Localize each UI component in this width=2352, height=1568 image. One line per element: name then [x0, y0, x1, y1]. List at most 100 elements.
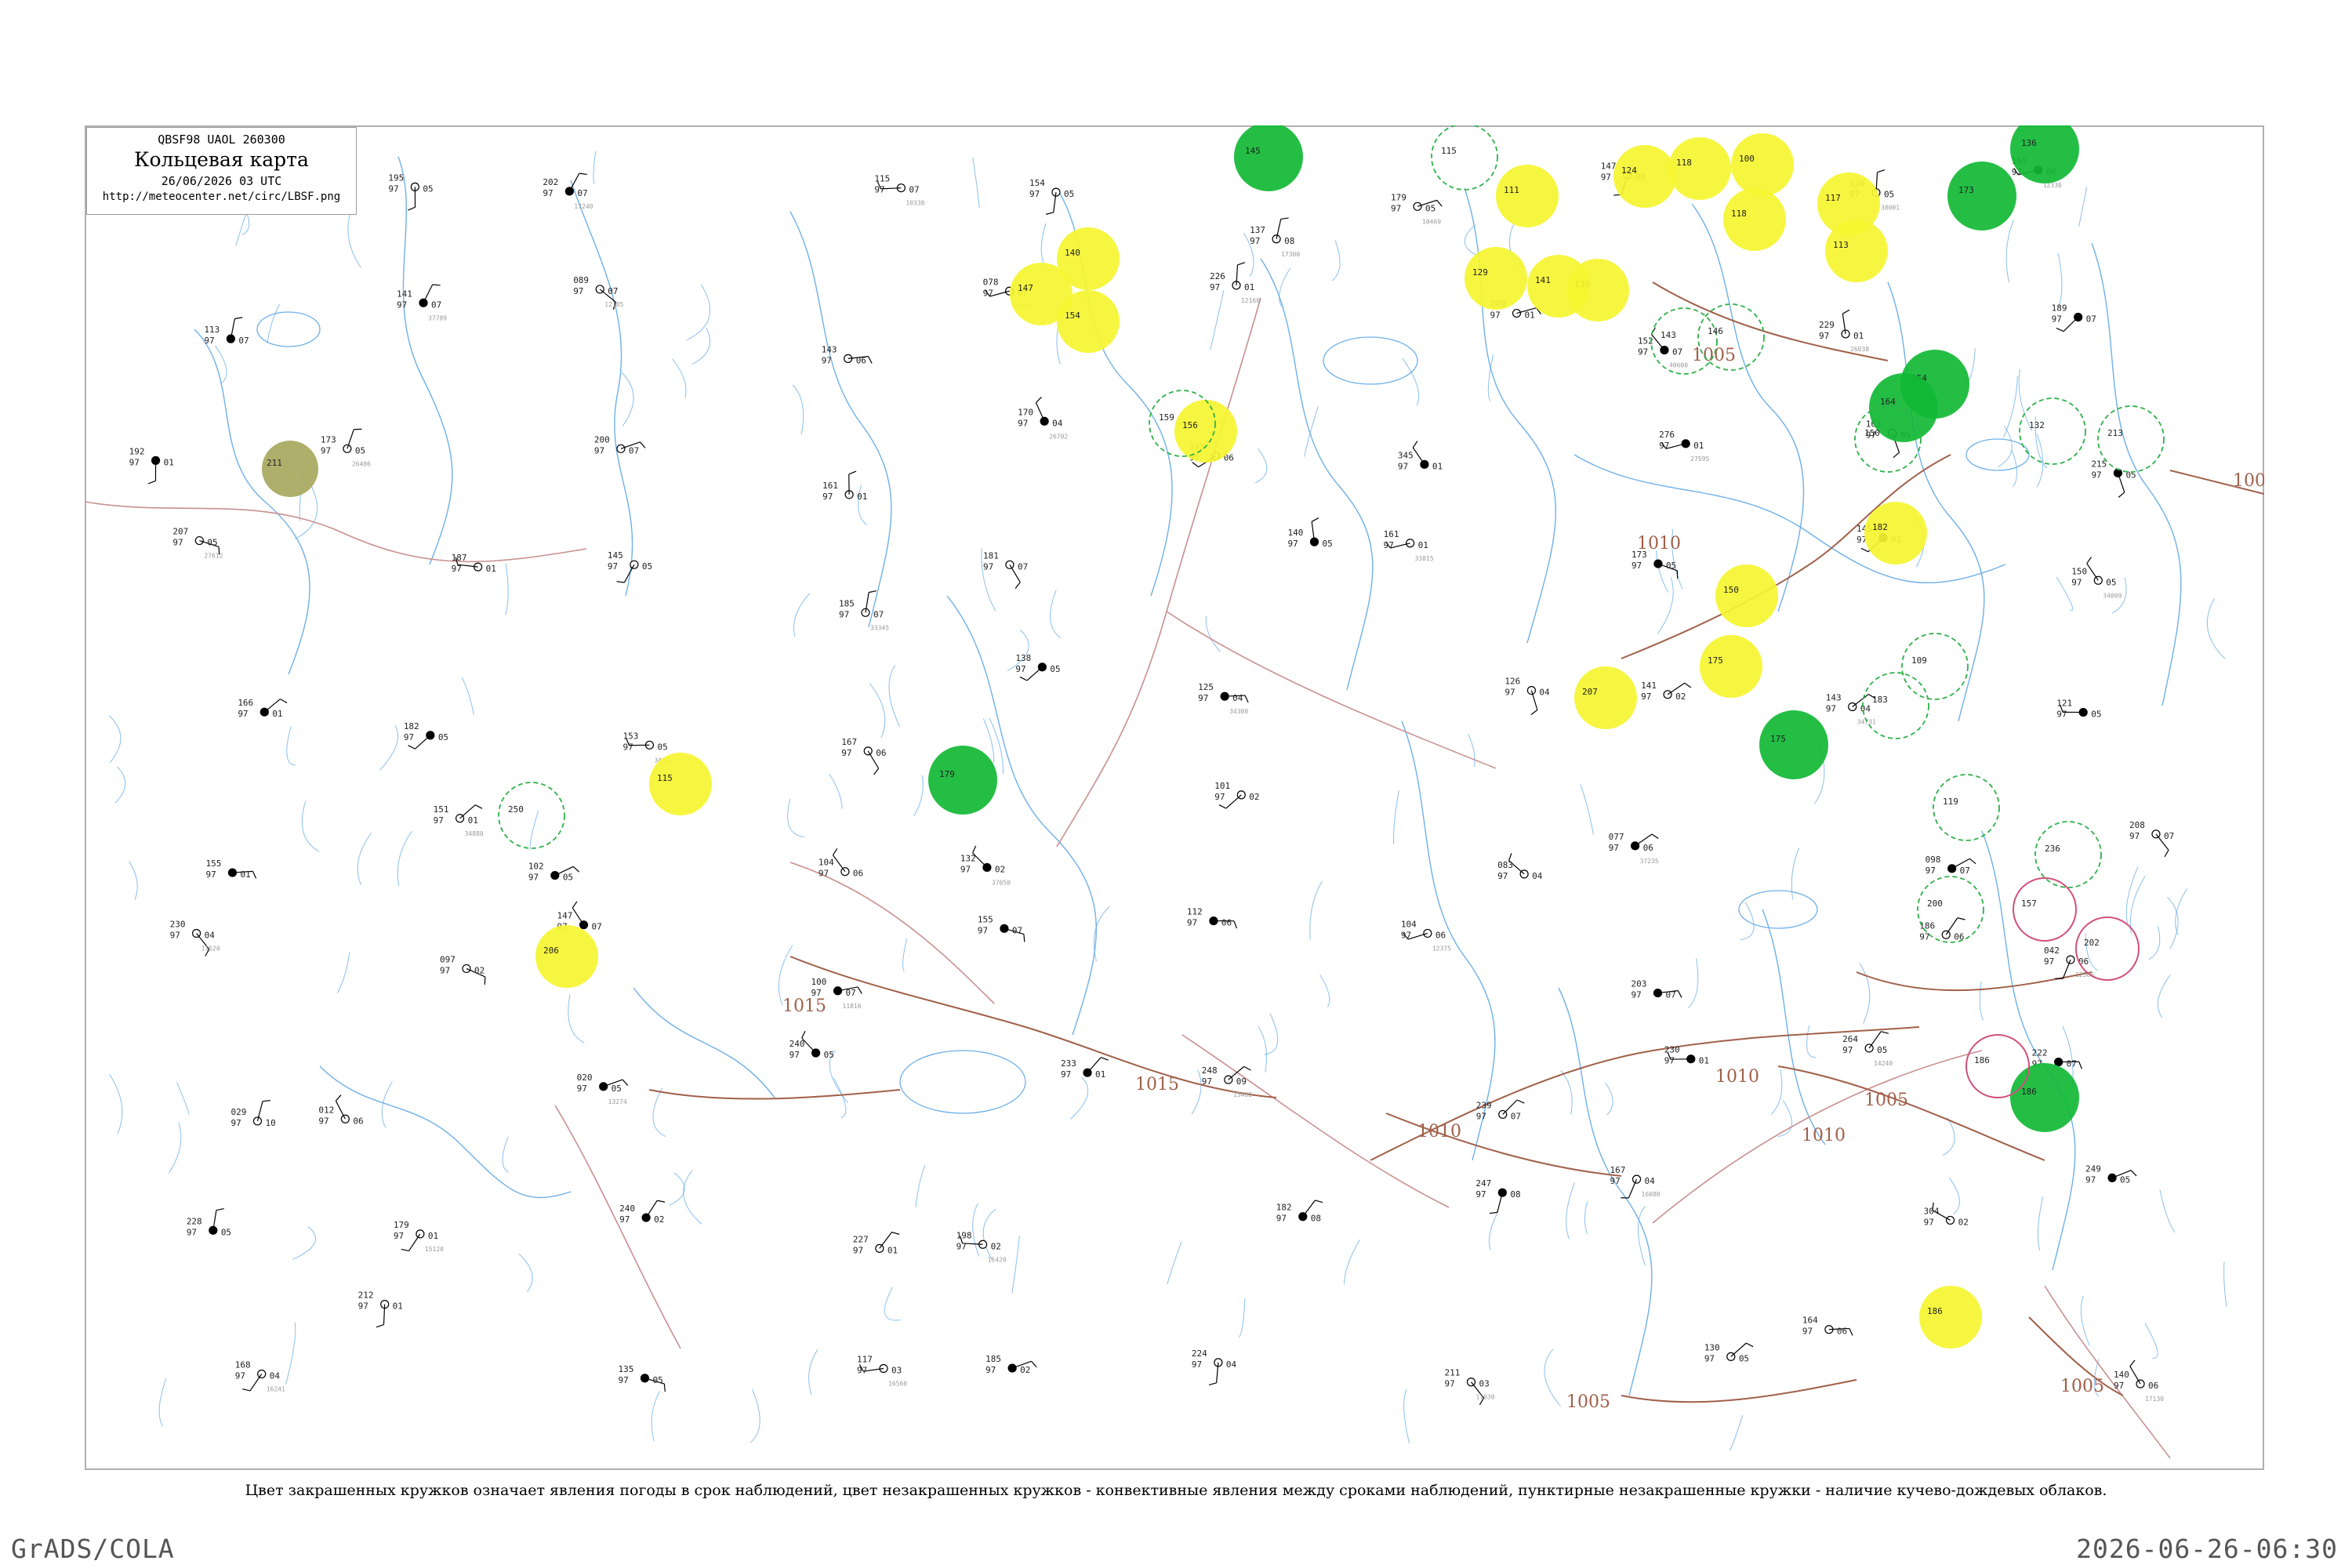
weather-circle-rain[interactable]: 141	[1527, 255, 1590, 318]
weather-station[interactable]: 14097 06	[2114, 1359, 2158, 1391]
weather-station[interactable]: 18197 07	[983, 550, 1028, 589]
weather-circle-rain[interactable]: 156	[1174, 400, 1237, 463]
weather-circle-rain[interactable]: 182	[1864, 502, 1927, 564]
weather-station[interactable]: 01297 06	[318, 1094, 364, 1127]
weather-station[interactable]: 24097 05	[789, 1030, 834, 1060]
weather-station[interactable]: 12197 05	[2056, 699, 2101, 720]
weather-station[interactable]: 21297 01	[358, 1290, 403, 1328]
weather-circle-thunder[interactable]: 145	[1234, 125, 1303, 191]
convective-ring[interactable]: 186	[1965, 1034, 2030, 1098]
weather-station[interactable]: 18997 07	[2052, 303, 2096, 332]
weather-station[interactable]: 07797 06	[1609, 832, 1659, 853]
weather-station[interactable]: 19297 01	[129, 446, 174, 485]
weather-station[interactable]: 22797 01	[853, 1232, 900, 1256]
weather-station[interactable]: 19597 05	[388, 172, 434, 211]
weather-circle-fog[interactable]: 211	[262, 441, 318, 497]
weather-circle-thunder[interactable]: 186	[2010, 1063, 2079, 1132]
weather-station[interactable]: 16697 01	[238, 698, 288, 719]
weather-station[interactable]: 24797 08	[1475, 1178, 1521, 1214]
weather-station[interactable]: 20297 07	[543, 172, 588, 198]
weather-circle-rain[interactable]: 207	[1574, 666, 1637, 729]
weather-station[interactable]: 18297 08	[1276, 1200, 1323, 1224]
weather-station[interactable]: 14197 07	[397, 284, 441, 310]
weather-station[interactable]: 23097 01	[1664, 1045, 1709, 1066]
weather-station[interactable]: 34597 01	[1398, 441, 1443, 472]
weather-station[interactable]: 19897 02	[956, 1230, 1001, 1251]
weather-station[interactable]: 13097 05	[1704, 1342, 1754, 1363]
weather-station[interactable]: 15397 05	[622, 731, 667, 752]
weather-circle-thunder[interactable]: 173	[1947, 162, 2016, 230]
weather-circle-rain[interactable]: 150	[1715, 564, 1778, 627]
weather-circle-rain[interactable]: 206	[535, 925, 598, 988]
weather-station[interactable]: 10197 02	[1214, 781, 1260, 809]
weather-circle-rain[interactable]: 115	[649, 753, 712, 815]
weather-station[interactable]: 13297 02	[960, 845, 1005, 875]
weather-station[interactable]: 22897 05	[187, 1207, 231, 1238]
weather-station[interactable]: 17997 05	[1391, 192, 1443, 213]
weather-station[interactable]: 21597 05	[2091, 459, 2136, 498]
weather-station[interactable]: 24897 09	[1202, 1065, 1251, 1087]
weather-station[interactable]: 15597 07	[978, 914, 1025, 942]
weather-station[interactable]: 27697 01	[1659, 430, 1704, 451]
weather-station[interactable]: 13597 05	[618, 1364, 666, 1392]
cumulonimbus-circle[interactable]: 183	[1862, 672, 1929, 739]
weather-station[interactable]: 14097 05	[1288, 517, 1333, 550]
weather-station[interactable]: 16797 06	[841, 737, 886, 775]
weather-station[interactable]: 16497 06	[1802, 1316, 1853, 1337]
weather-station[interactable]: 18697 06	[1919, 917, 1965, 942]
weather-circle-rain[interactable]: 100	[1731, 133, 1794, 196]
weather-station[interactable]: 23997 07	[1476, 1099, 1525, 1121]
weather-station[interactable]: 02097 05	[577, 1073, 629, 1094]
weather-station[interactable]: 18797 01	[452, 553, 496, 574]
cumulonimbus-circle[interactable]: 109	[1901, 633, 1969, 700]
weather-station[interactable]: 24997 05	[2085, 1163, 2137, 1185]
weather-station[interactable]: 18297 05	[404, 721, 448, 750]
weather-circle-rain[interactable]: 175	[1700, 635, 1762, 698]
weather-station[interactable]: 20797 05	[172, 527, 220, 555]
weather-station[interactable]: 26497 05	[1842, 1031, 1889, 1055]
weather-station[interactable]: 14397 04	[1826, 693, 1876, 714]
weather-station[interactable]: 15197 01	[434, 804, 483, 826]
weather-circle-rain[interactable]: 186	[1919, 1286, 1982, 1348]
weather-station[interactable]: 11297 06	[1187, 907, 1238, 929]
weather-station[interactable]: 12697 04	[1504, 677, 1550, 716]
weather-station[interactable]: 14397 06	[822, 344, 873, 365]
weather-station[interactable]: 11597 07	[874, 174, 919, 195]
weather-station[interactable]: 15597 01	[205, 858, 257, 880]
weather-station[interactable]: 10497 06	[1401, 919, 1446, 940]
weather-circle-rain[interactable]: 129	[1465, 247, 1527, 310]
map-url[interactable]: http://meteocenter.net/circ/LBSF.png	[87, 191, 356, 203]
weather-station[interactable]: 11797 03	[857, 1354, 902, 1375]
weather-circle-rain[interactable]: 117	[1817, 172, 1880, 235]
cumulonimbus-circle[interactable]: 250	[498, 782, 565, 849]
convective-ring[interactable]: 157	[2013, 877, 2077, 942]
weather-station[interactable]: 10497 06	[818, 848, 863, 879]
weather-circle-thunder[interactable]: 179	[928, 746, 997, 815]
weather-station[interactable]: 20397 07	[1632, 979, 1682, 1000]
weather-circle-rain[interactable]: 124	[1613, 145, 1676, 208]
weather-station[interactable]: 15097 05	[2071, 557, 2117, 587]
weather-station[interactable]: 09797 02	[440, 954, 486, 985]
cumulonimbus-circle[interactable]: 213	[2097, 405, 2165, 473]
weather-station[interactable]: 22997 01	[1819, 309, 1864, 341]
weather-station[interactable]: 20897 07	[2129, 820, 2174, 858]
weather-station[interactable]: 13797 08	[1250, 217, 1294, 246]
convective-ring[interactable]: 202	[2075, 916, 2140, 981]
weather-station[interactable]: 18597 02	[985, 1354, 1037, 1375]
weather-station[interactable]: 14197 02	[1641, 681, 1692, 702]
cumulonimbus-circle[interactable]: 115	[1431, 125, 1498, 191]
weather-station[interactable]: 08397 04	[1497, 853, 1543, 881]
weather-station[interactable]: 13897 05	[1015, 653, 1061, 681]
weather-station[interactable]: 17397 05	[1632, 550, 1679, 579]
weather-station[interactable]: 17097 04	[1018, 397, 1063, 428]
weather-station[interactable]: 02997 10	[230, 1099, 276, 1128]
weather-station[interactable]: 20097 07	[594, 434, 646, 456]
weather-station[interactable]: 30497 02	[1924, 1202, 1969, 1228]
weather-station[interactable]: 12597 04	[1198, 682, 1249, 703]
weather-circle-rain[interactable]: 118	[1723, 188, 1786, 251]
weather-circle-rain[interactable]: 111	[1496, 165, 1559, 227]
weather-circle-rain[interactable]: 118	[1668, 137, 1731, 200]
weather-station[interactable]: 22697 01	[1210, 262, 1254, 292]
weather-station[interactable]: 16197 01	[1384, 529, 1428, 550]
weather-station[interactable]: 17397 05	[321, 428, 365, 456]
